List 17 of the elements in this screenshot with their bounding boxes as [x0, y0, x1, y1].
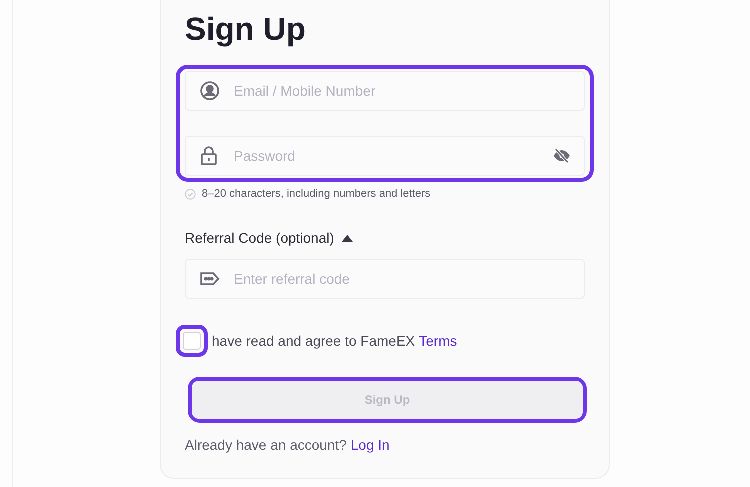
login-prompt: Already have an account?	[185, 436, 347, 455]
password-field[interactable]: Password	[185, 136, 585, 176]
agreement-text: have read and agree to FameEX	[212, 332, 416, 351]
email-field[interactable]: Email / Mobile Number	[185, 71, 585, 111]
password-hint: 8–20 characters, including numbers and letters	[202, 186, 431, 202]
terms-link[interactable]: Terms	[419, 330, 458, 352]
check-circle-icon	[185, 188, 196, 200]
eye-slash-icon[interactable]	[553, 148, 571, 164]
caret-up-icon[interactable]	[342, 234, 354, 242]
lock-icon	[200, 146, 218, 166]
referral-label: Referral Code (optional)	[185, 228, 334, 248]
referral-code-field[interactable]: Enter referral code	[185, 259, 585, 299]
user-icon	[200, 81, 220, 101]
checkbox[interactable]	[183, 332, 201, 350]
log-in-link[interactable]: Log In	[350, 434, 390, 456]
page-title: Sign Up	[185, 10, 307, 49]
tag-icon	[200, 272, 220, 286]
